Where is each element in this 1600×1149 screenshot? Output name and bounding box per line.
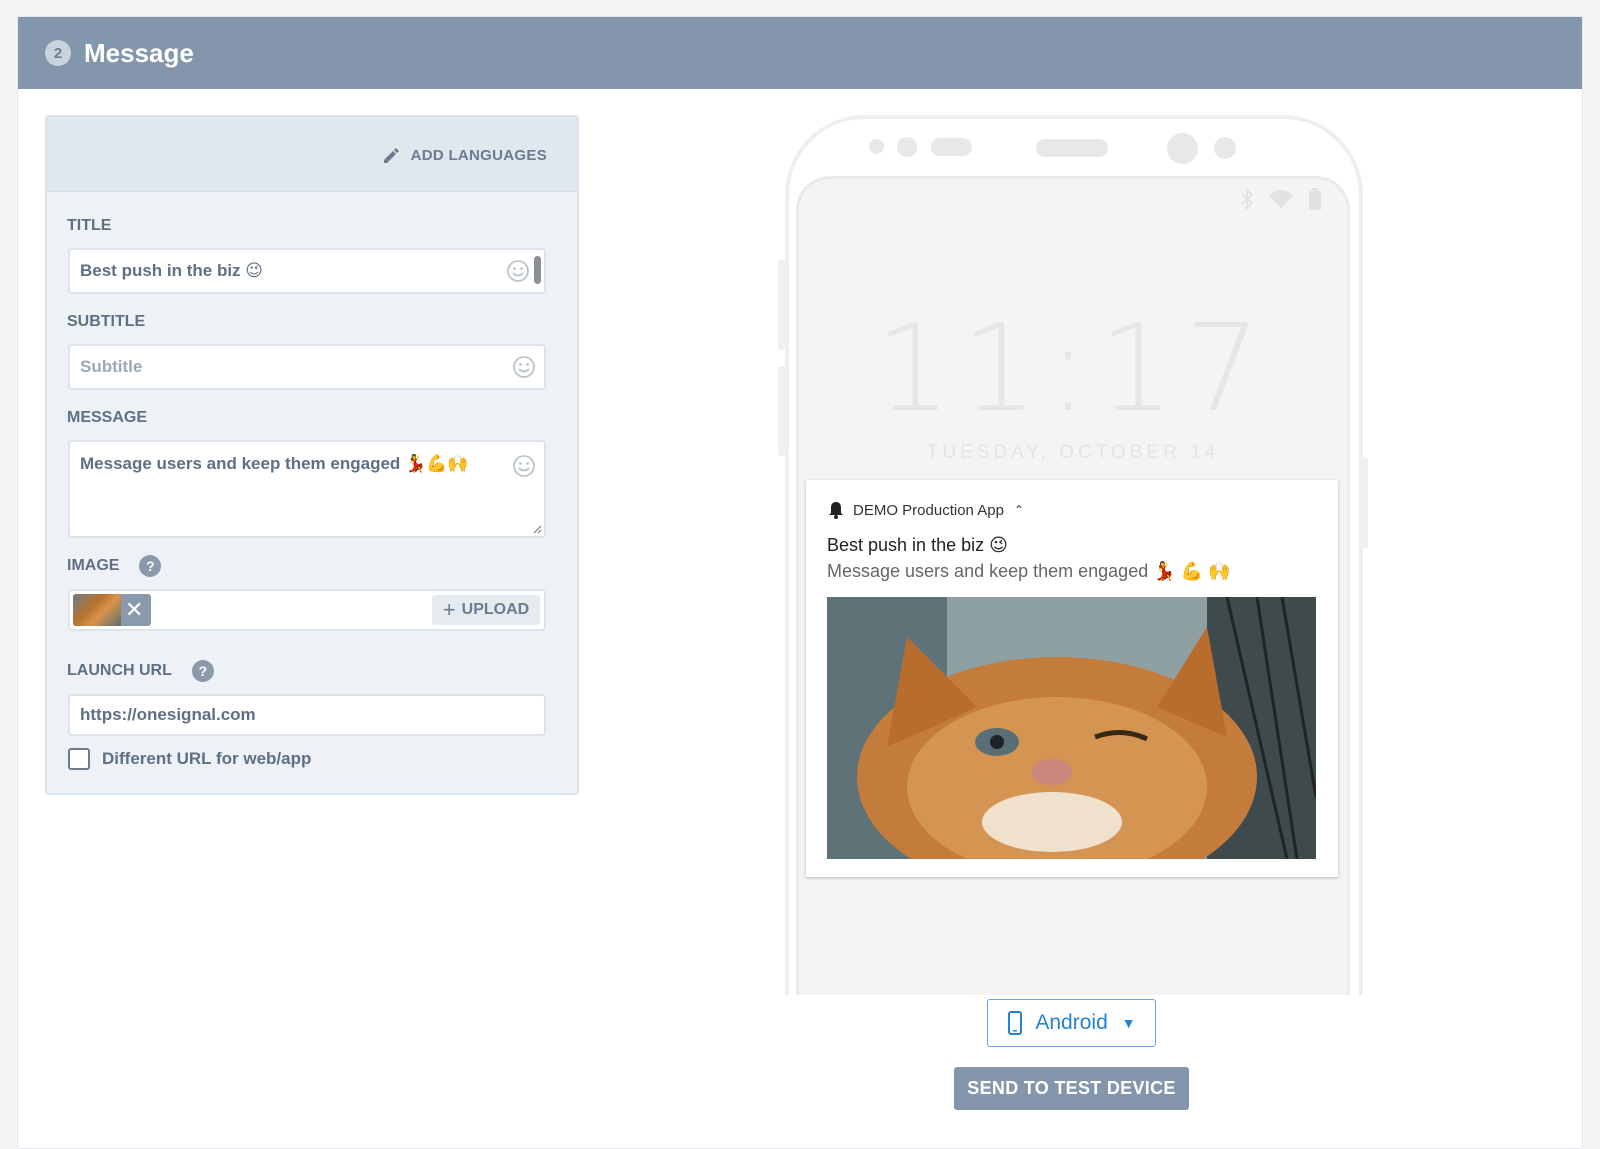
image-field: ✕ + UPLOAD (68, 589, 546, 631)
notification-body: Message users and keep them engaged 💃 💪 … (827, 561, 1231, 581)
title-scrollbar[interactable] (534, 256, 541, 284)
phone-sensor (931, 138, 972, 156)
different-url-checkbox[interactable] (68, 748, 90, 770)
phone-side-button (778, 260, 785, 350)
title-input[interactable]: Best push in the biz 😉 (68, 248, 546, 294)
different-url-label: Different URL for web/app (102, 749, 312, 768)
launch-url-value: https://onesignal.com (80, 705, 256, 724)
image-thumbnail (73, 594, 121, 626)
emoji-picker-icon[interactable] (512, 355, 536, 379)
phone-icon (1008, 1011, 1023, 1035)
bluetooth-icon (1241, 188, 1254, 210)
lockscreen-clock: 11:17 (875, 300, 1271, 439)
send-to-test-device-button[interactable]: SEND TO TEST DEVICE (954, 1067, 1189, 1110)
phone-sensor (1214, 137, 1236, 159)
panel-toolbar: ADD LANGUAGES (47, 117, 577, 192)
device-select[interactable]: Android ▼ (987, 999, 1156, 1047)
title-input-value: Best push in the biz 😉 (80, 261, 264, 280)
upload-button[interactable]: + UPLOAD (432, 595, 540, 625)
title-label: TITLE (67, 217, 112, 234)
emoji-picker-icon[interactable] (506, 259, 530, 283)
subtitle-placeholder: Subtitle (80, 357, 143, 376)
section-title: Message (84, 37, 194, 68)
upload-label: UPLOAD (461, 601, 530, 618)
add-languages-button[interactable]: ADD LANGUAGES (381, 145, 547, 165)
section-header: 2 Message (18, 17, 1582, 89)
step-number-badge: 2 (45, 40, 71, 66)
launch-url-help-icon[interactable]: ? (191, 660, 214, 682)
wifi-icon (1269, 190, 1293, 209)
resize-handle-icon[interactable] (532, 524, 542, 534)
remove-image-icon[interactable]: ✕ (125, 598, 143, 622)
image-chip: ✕ (73, 594, 151, 626)
battery-icon (1309, 188, 1321, 210)
add-languages-label: ADD LANGUAGES (410, 146, 547, 164)
notification-app-row: DEMO Production App ⌃ (828, 501, 1024, 519)
phone-side-button (778, 366, 785, 456)
status-bar (1240, 188, 1322, 210)
device-select-value: Android (1035, 1011, 1108, 1034)
phone-side-button (1361, 458, 1368, 548)
image-label-text: IMAGE (67, 557, 120, 574)
phone-sensor (897, 137, 917, 157)
image-label: IMAGE ? (67, 555, 162, 577)
launch-url-label-text: LAUNCH URL (67, 662, 172, 679)
launch-url-label: LAUNCH URL ? (67, 660, 214, 682)
cat-image (827, 597, 1316, 859)
message-textarea[interactable]: Message users and keep them engaged 💃💪🙌 (68, 440, 546, 538)
phone-speaker (1036, 139, 1108, 157)
emoji-picker-icon[interactable] (512, 454, 536, 478)
bell-icon (829, 502, 843, 519)
lockscreen-date: TUESDAY, OCTOBER 14 (926, 442, 1220, 463)
notification-app-name: DEMO Production App (853, 501, 1004, 519)
different-url-option[interactable]: Different URL for web/app (68, 748, 311, 770)
message-form-panel: ADD LANGUAGES TITLE Best push in the biz… (45, 115, 579, 795)
notification-title: Best push in the biz 😉 (827, 535, 1008, 555)
phone-sensor (869, 139, 884, 154)
launch-url-input[interactable]: https://onesignal.com (68, 694, 546, 736)
notification-preview: DEMO Production App ⌃ Best push in the b… (806, 480, 1338, 877)
notification-image (827, 597, 1316, 859)
plus-icon: + (442, 597, 456, 622)
message-textarea-value: Message users and keep them engaged 💃💪🙌 (80, 454, 469, 473)
phone-camera (1167, 133, 1198, 164)
image-help-icon[interactable]: ? (139, 555, 162, 577)
message-label: MESSAGE (67, 409, 148, 426)
pencil-icon (383, 148, 399, 163)
dropdown-arrow-icon: ▼ (1121, 1015, 1136, 1031)
chevron-up-icon: ⌃ (1013, 503, 1024, 517)
subtitle-input[interactable]: Subtitle (68, 344, 546, 390)
subtitle-label: SUBTITLE (67, 313, 146, 330)
